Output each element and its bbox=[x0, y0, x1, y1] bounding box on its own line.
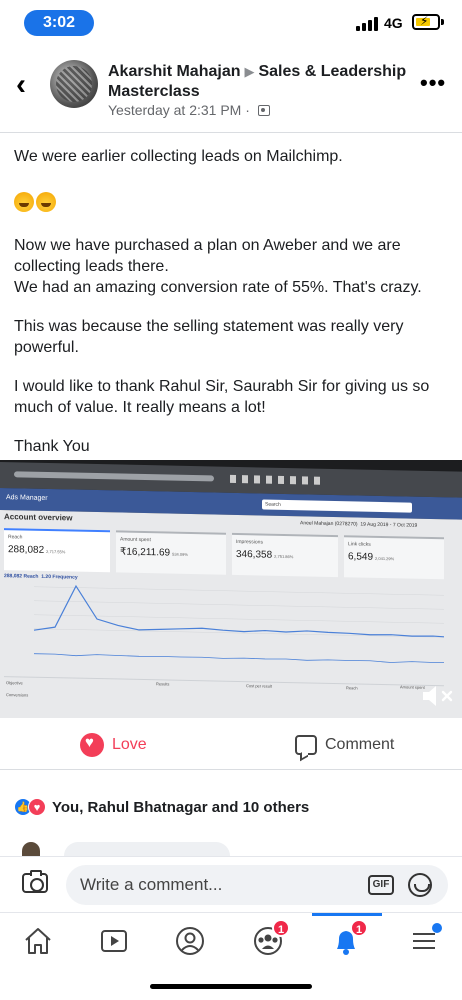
post-paragraph: I would like to thank Rahul Sir, Saurabh… bbox=[14, 378, 430, 416]
divider bbox=[0, 132, 462, 133]
profile-icon bbox=[176, 927, 204, 955]
post-actions: Love Comment bbox=[0, 720, 462, 770]
metric-card-clicks: Link clicks 6,549 2,041.29% bbox=[344, 535, 444, 580]
post-video[interactable]: Ads Manager Search Account overview Anee… bbox=[0, 460, 462, 718]
commenter-avatar[interactable] bbox=[22, 842, 40, 856]
post-meta: Yesterday at 2:31 PM · bbox=[108, 102, 270, 118]
author-name[interactable]: Akarshit Mahajan bbox=[108, 63, 240, 80]
status-time: 3:02 bbox=[24, 10, 94, 36]
menu-dot-badge bbox=[432, 923, 442, 933]
battery-icon: ⚡ bbox=[412, 14, 440, 30]
reactions-summary[interactable]: 👍 ♥ You, Rahul Bhatnagar and 10 others bbox=[14, 798, 309, 816]
mute-speaker-icon[interactable] bbox=[421, 684, 455, 708]
network-type: 4G bbox=[384, 15, 403, 31]
post-paragraph: We had an amazing conversion rate of 55%… bbox=[14, 279, 422, 296]
post-header-title: Akarshit Mahajan ▶ Sales & Leadership Mast… bbox=[108, 62, 418, 102]
active-tab-indicator bbox=[312, 913, 382, 916]
date-range: 19 Aug 2019 - 7 Oct 2019 bbox=[360, 521, 418, 529]
post-paragraph: We were earlier collecting leads on Mail… bbox=[14, 148, 343, 165]
post-paragraph: Now we have purchased a plan on Aweber a… bbox=[14, 237, 401, 275]
bottom-tab-bar: 1 1 bbox=[0, 912, 462, 972]
love-label: Love bbox=[112, 736, 147, 753]
author-avatar[interactable] bbox=[50, 60, 98, 108]
gif-icon[interactable]: GIF bbox=[368, 875, 394, 895]
camera-icon[interactable] bbox=[22, 870, 48, 893]
tab-groups[interactable]: 1 bbox=[248, 919, 290, 959]
metric-card-reach: Reach 288,082 2,717.55% bbox=[4, 528, 110, 573]
tab-profile[interactable] bbox=[170, 923, 210, 959]
love-heart-icon bbox=[80, 733, 104, 757]
post-paragraph: Thank You bbox=[14, 438, 90, 455]
signal-icon bbox=[356, 17, 382, 31]
post-timestamp[interactable]: Yesterday at 2:31 PM bbox=[108, 102, 241, 118]
reach-chart bbox=[33, 584, 444, 663]
watch-video-icon bbox=[101, 930, 127, 952]
tab-notifications[interactable]: 1 bbox=[326, 919, 368, 959]
notifications-badge: 1 bbox=[350, 919, 368, 937]
metric-card-spend: Amount spent ₹16,211.69 534.09% bbox=[116, 530, 226, 575]
frequency-summary: 1.20 Frequency bbox=[41, 573, 78, 581]
back-chevron-icon[interactable]: ‹ bbox=[16, 68, 26, 102]
emoji-smile-icon[interactable] bbox=[408, 873, 432, 897]
groups-badge: 1 bbox=[272, 919, 290, 937]
comment-button[interactable]: Comment bbox=[295, 728, 394, 762]
metric-cards: Reach 288,082 2,717.55% Amount spent ₹16,… bbox=[4, 528, 444, 580]
reach-summary: 288,082 Reach bbox=[4, 573, 39, 580]
ads-search: Search bbox=[262, 499, 412, 513]
home-icon bbox=[25, 928, 51, 954]
section-title: Account overview bbox=[4, 512, 73, 523]
home-indicator bbox=[150, 984, 312, 989]
love-heart-icon: ♥ bbox=[28, 798, 46, 816]
comment-label: Comment bbox=[325, 736, 395, 753]
status-bar: 3:02 4G ⚡ bbox=[0, 0, 462, 44]
comment-composer: GIF bbox=[0, 856, 462, 912]
reactions-text: You, Rahul Bhatnagar and 10 others bbox=[52, 798, 310, 816]
ads-manager-screenshot: Ads Manager Search Account overview Anee… bbox=[0, 460, 462, 718]
frequency-series-line bbox=[34, 653, 444, 663]
triangle-right-icon: ▶ bbox=[244, 64, 255, 79]
tab-menu[interactable] bbox=[404, 923, 444, 959]
comment-preview[interactable] bbox=[64, 842, 230, 856]
love-button[interactable]: Love bbox=[80, 728, 147, 762]
tab-watch[interactable] bbox=[94, 923, 134, 959]
metric-card-impressions: Impressions 346,358 2,751.86% bbox=[232, 532, 338, 578]
tab-home[interactable] bbox=[18, 923, 58, 959]
reach-series-line bbox=[33, 584, 444, 639]
comment-bubble-icon bbox=[295, 735, 317, 755]
address-bar bbox=[14, 471, 214, 482]
more-options-icon[interactable]: ••• bbox=[420, 70, 446, 96]
account-overview: Account overview Aneel Mahajan (0278270)… bbox=[0, 510, 462, 718]
account-name: Aneel Mahajan (0278270) bbox=[300, 520, 358, 528]
post-body: We were earlier collecting leads on Mail… bbox=[14, 146, 454, 457]
ads-manager-title: Ads Manager bbox=[6, 494, 48, 502]
post-paragraph: This was because the selling statement w… bbox=[14, 318, 404, 356]
audience-group-icon bbox=[257, 105, 270, 116]
sweat-smile-emoji-icon bbox=[14, 189, 454, 213]
meta-separator: · bbox=[245, 102, 250, 118]
